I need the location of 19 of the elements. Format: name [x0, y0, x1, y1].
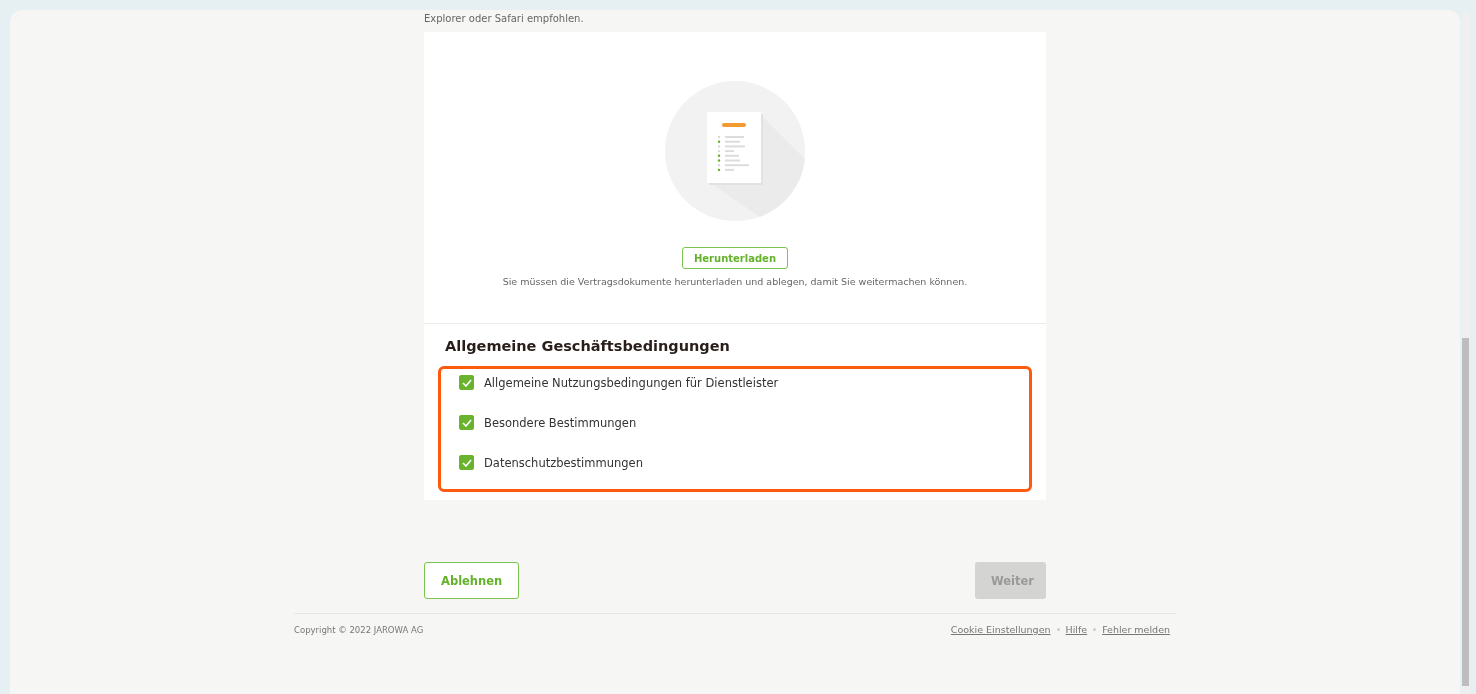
checkbox[interactable]	[459, 415, 474, 430]
footer-link[interactable]: Cookie Einstellungen	[950, 624, 1051, 635]
separator-dot	[1056, 628, 1060, 631]
checkbox-label: Datenschutzbestimmungen	[484, 455, 643, 470]
footer-link[interactable]: Fehler melden	[1102, 624, 1170, 635]
section-title: Allgemeine Geschäftsbedingungen	[445, 338, 731, 354]
download-button[interactable]: Herunterladen	[681, 247, 789, 269]
scrollbar-thumb[interactable]	[1462, 338, 1469, 686]
checkbox-label: Allgemeine Nutzungsbedingungen für Dienstleister	[484, 375, 779, 390]
checkbox-label: Besondere Bestimmungen	[484, 415, 637, 430]
checkbox[interactable]	[459, 455, 474, 470]
footer-link[interactable]: Hilfe	[1065, 624, 1088, 635]
intro-text: Explorer oder Safari empfohlen.	[424, 13, 585, 24]
download-hint: Sie müssen die Vertragsdokumente herunterladen und ablegen, damit Sie weitermachen können.	[502, 276, 968, 287]
checkbox[interactable]	[459, 375, 474, 390]
separator-dot	[1093, 628, 1097, 631]
copyright-text: Copyright © 2022 JAROWA AG	[294, 624, 424, 635]
scrollbar[interactable]	[1461, 12, 1470, 694]
decline-button[interactable]: Ablehnen	[424, 562, 520, 599]
